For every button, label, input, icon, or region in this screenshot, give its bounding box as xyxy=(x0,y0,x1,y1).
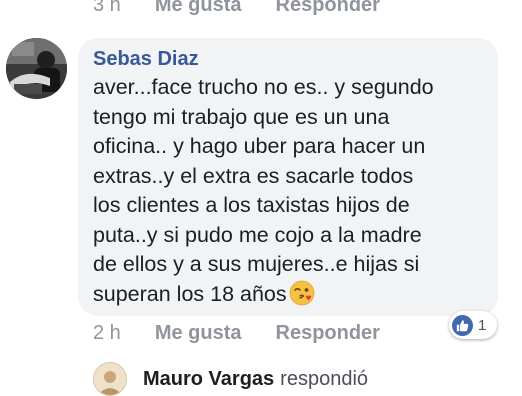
avatar[interactable] xyxy=(6,38,67,99)
reply-avatar[interactable] xyxy=(93,362,127,396)
top-comment-actions: 3 h Me gusta Responder xyxy=(93,0,380,17)
like-button[interactable]: Me gusta xyxy=(155,322,242,345)
comment-body: aver...face trucho no es.. y segundo ten… xyxy=(93,73,493,309)
reaction-summary[interactable]: 1 xyxy=(449,311,497,339)
timestamp[interactable]: 2 h xyxy=(93,322,121,345)
reply-preview[interactable]: Mauro Vargas respondió xyxy=(93,362,368,396)
comment-actions: 2 h Me gusta Responder xyxy=(93,322,380,345)
comment-text: aver...face trucho no es.. y segundo ten… xyxy=(93,75,434,306)
reaction-count: 1 xyxy=(478,316,487,334)
like-button[interactable]: Me gusta xyxy=(155,0,242,17)
timestamp[interactable]: 3 h xyxy=(93,0,121,17)
comment-author[interactable]: Sebas Diaz xyxy=(93,48,199,71)
reply-verb: respondió xyxy=(280,367,369,390)
reply-button[interactable]: Responder xyxy=(276,0,380,17)
avatar-photo xyxy=(6,38,67,99)
reply-button[interactable]: Responder xyxy=(276,322,380,345)
reply-avatar-photo xyxy=(94,363,126,395)
reply-author[interactable]: Mauro Vargas xyxy=(143,368,274,391)
thumbs-up-icon xyxy=(452,314,473,336)
kiss-wink-emoji-icon xyxy=(289,280,315,306)
